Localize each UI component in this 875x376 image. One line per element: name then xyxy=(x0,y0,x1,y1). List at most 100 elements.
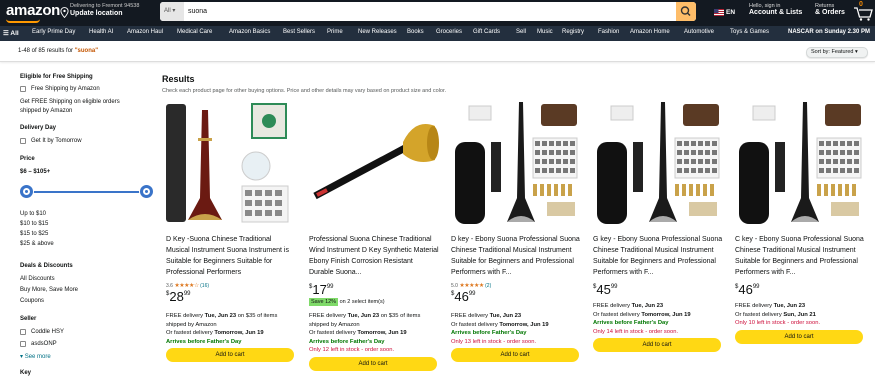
seller-option[interactable]: asdsONP xyxy=(31,341,57,347)
language-selector[interactable]: EN xyxy=(726,9,735,16)
product-photo xyxy=(589,98,724,233)
tomorrow-checkbox[interactable] xyxy=(20,138,26,144)
rating-count[interactable]: (16) xyxy=(199,283,209,289)
nav-item[interactable]: Amazon Haul xyxy=(127,29,163,35)
product-title[interactable]: D Key -Suona Chinese Traditional Musical… xyxy=(166,234,296,278)
deals-option-link[interactable]: All Discounts xyxy=(20,276,55,282)
price-slider-track[interactable] xyxy=(26,191,146,193)
search-input[interactable] xyxy=(186,2,674,21)
delivery-text: on $35 of items xyxy=(236,313,278,319)
product-title[interactable]: G key - Ebony Suona Professional Suona C… xyxy=(593,234,723,278)
nav-item[interactable]: Fashion xyxy=(598,29,619,35)
us-flag-icon[interactable] xyxy=(714,9,724,16)
nav-promo[interactable]: NASCAR on Sunday 2.30 PM xyxy=(788,29,870,35)
delivery-text: Or fastest delivery xyxy=(309,330,358,336)
delivery-text: on $35 of items xyxy=(379,313,421,319)
product-image[interactable] xyxy=(162,98,297,233)
nav-item[interactable]: Toys & Games xyxy=(730,29,769,35)
results-info-bar: 1-48 of 85 results for "suona" Sort by: … xyxy=(0,41,875,62)
rating-count[interactable]: (2) xyxy=(484,283,491,289)
deals-option-link[interactable]: Coupons xyxy=(20,298,44,304)
amazon-logo[interactable]: amazon xyxy=(6,2,60,19)
search-icon xyxy=(680,6,691,17)
nav-item[interactable]: Automotive xyxy=(684,29,714,35)
product-card[interactable]: G key - Ebony Suona Professional Suona C… xyxy=(589,98,724,376)
results-heading: Results xyxy=(162,74,195,84)
nav-item[interactable]: Health AI xyxy=(89,29,113,35)
add-to-cart-button[interactable]: Add to cart xyxy=(735,329,863,344)
nav-item[interactable]: Amazon Basics xyxy=(229,29,270,35)
add-to-cart-button[interactable]: Add to cart xyxy=(593,338,721,352)
deals-option-link[interactable]: Buy More, Save More xyxy=(20,287,78,293)
delivery-text: Or fastest delivery xyxy=(735,311,784,318)
nav-item[interactable]: Amazon Home xyxy=(630,29,670,35)
cart-button[interactable]: 0 xyxy=(853,1,875,22)
delivery-line: FREE delivery Tue, Jun 23 on $35 of item… xyxy=(166,312,298,321)
product-title[interactable]: C key - Ebony Suona Professional Suona C… xyxy=(735,234,865,278)
price-option-link[interactable]: $10 to $15 xyxy=(20,221,48,227)
hamburger-menu-icon: ☰ xyxy=(3,30,9,37)
price-option-link[interactable]: $25 & above xyxy=(20,241,54,247)
nav-item[interactable]: Music xyxy=(537,29,553,35)
see-more-label: See more xyxy=(24,354,51,360)
sort-by-dropdown[interactable]: Sort by: Featured ▾ xyxy=(806,47,868,58)
nav-item[interactable]: Medical Care xyxy=(177,29,212,35)
product-rating[interactable]: 3.6 ★★★★☆ (16) xyxy=(166,282,209,289)
product-price: $4699 xyxy=(735,282,760,297)
seller-option[interactable]: Coddle HSY xyxy=(31,329,64,335)
account-lists[interactable]: Hello, sign in Account & Lists xyxy=(749,3,802,16)
add-to-cart-button[interactable]: Add to cart xyxy=(309,356,437,371)
product-price: $1799 xyxy=(309,282,334,297)
delivery-text: FREE delivery xyxy=(166,313,205,319)
product-image[interactable] xyxy=(731,98,866,233)
product-image[interactable] xyxy=(305,98,440,233)
returns-orders[interactable]: Returns & Orders xyxy=(815,3,845,16)
product-card[interactable]: Professional Suona Chinese Traditional W… xyxy=(305,98,440,376)
product-title[interactable]: Professional Suona Chinese Traditional W… xyxy=(309,234,439,278)
nav-item[interactable]: Gift Cards xyxy=(473,29,500,35)
product-card[interactable]: D Key -Suona Chinese Traditional Musical… xyxy=(162,98,297,376)
delivery-text: Tue, Jun 23 xyxy=(347,313,380,319)
nav-item[interactable]: Groceries xyxy=(436,29,462,35)
free-shipping-heading: Eligible for Free Shipping xyxy=(20,74,93,80)
delivery-text: Arrives before Father's Day xyxy=(309,338,385,345)
product-photo xyxy=(162,98,297,233)
price-heading: Price xyxy=(20,156,35,162)
nav-item[interactable]: Prime xyxy=(327,29,343,35)
price-fraction: 99 xyxy=(326,284,334,290)
nav-item[interactable]: Books xyxy=(407,29,424,35)
price-slider-max-handle[interactable] xyxy=(140,185,153,198)
price-option-link[interactable]: $15 to $25 xyxy=(20,231,48,237)
add-to-cart-button[interactable]: Add to cart xyxy=(451,348,579,362)
product-title[interactable]: D key - Ebony Suona Professional Suona C… xyxy=(451,234,581,278)
free-shipping-checkbox[interactable] xyxy=(20,86,26,92)
nav-item[interactable]: Early Prime Day xyxy=(32,29,75,35)
search-category-select[interactable]: All ▾ xyxy=(160,2,184,21)
see-more-link[interactable]: ▾ See more xyxy=(20,353,51,360)
product-image[interactable] xyxy=(589,98,724,233)
nav-item[interactable]: Best Sellers xyxy=(283,29,315,35)
product-image[interactable] xyxy=(447,98,582,233)
price-slider-min-handle[interactable] xyxy=(20,185,33,198)
product-rating[interactable]: 5.0 ★★★★★ (2) xyxy=(451,282,491,289)
key-heading: Key xyxy=(20,370,32,376)
nav-item[interactable]: Sell xyxy=(516,29,526,35)
tomorrow-option[interactable]: Get It by Tomorrow xyxy=(31,138,82,144)
nav-all-menu[interactable]: ☰ All xyxy=(3,29,19,37)
product-card[interactable]: C key - Ebony Suona Professional Suona C… xyxy=(731,98,866,376)
nav-item[interactable]: New Releases xyxy=(358,29,397,35)
free-shipping-option[interactable]: Free Shipping by Amazon xyxy=(31,86,100,92)
search-button[interactable] xyxy=(676,2,696,21)
save-promo: Save 12% on 2 select item(s) xyxy=(309,298,385,306)
delivery-text: FREE delivery xyxy=(593,303,632,309)
delivery-line: Or fastest delivery Tomorrow, Jun 19 xyxy=(166,329,298,338)
seller-checkbox[interactable] xyxy=(20,341,26,347)
deliver-line2: Update location xyxy=(70,10,123,17)
add-to-cart-button[interactable]: Add to cart xyxy=(166,348,294,362)
results-subheading: Check each product page for other buying… xyxy=(162,88,447,94)
price-option-link[interactable]: Up to $10 xyxy=(20,211,46,217)
nav-item[interactable]: Registry xyxy=(562,29,584,35)
delivery-text: Only 13 left in stock - order soon. xyxy=(451,338,537,345)
seller-checkbox[interactable] xyxy=(20,329,26,335)
product-card[interactable]: D key - Ebony Suona Professional Suona C… xyxy=(447,98,582,376)
